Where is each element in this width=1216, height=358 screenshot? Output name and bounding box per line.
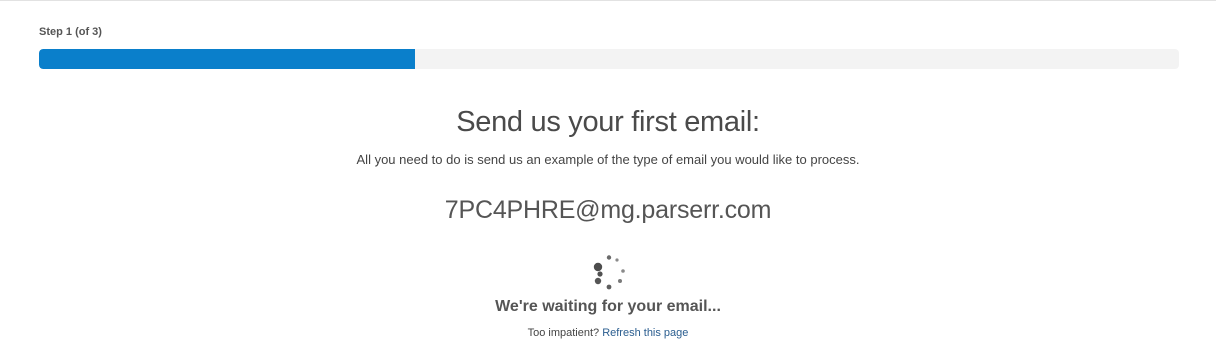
top-divider [0,0,1216,1]
inbox-email-address[interactable]: 7PC4PHRE@mg.parserr.com [0,196,1216,225]
loading-spinner-icon [588,254,628,292]
waiting-message: We're waiting for your email... [495,298,721,315]
step-indicator: Step 1 (of 3) [39,26,102,38]
page-heading: Send us your first email: [456,106,760,138]
refresh-prompt: Too impatient? Refresh this page [0,327,1216,339]
progress-bar-fill [39,49,416,69]
instructions-text: All you need to do is send us an example… [356,152,860,167]
impatient-text: Too impatient? [527,327,600,339]
refresh-page-link[interactable]: Refresh this page [602,327,688,339]
progress-bar [39,49,1179,69]
